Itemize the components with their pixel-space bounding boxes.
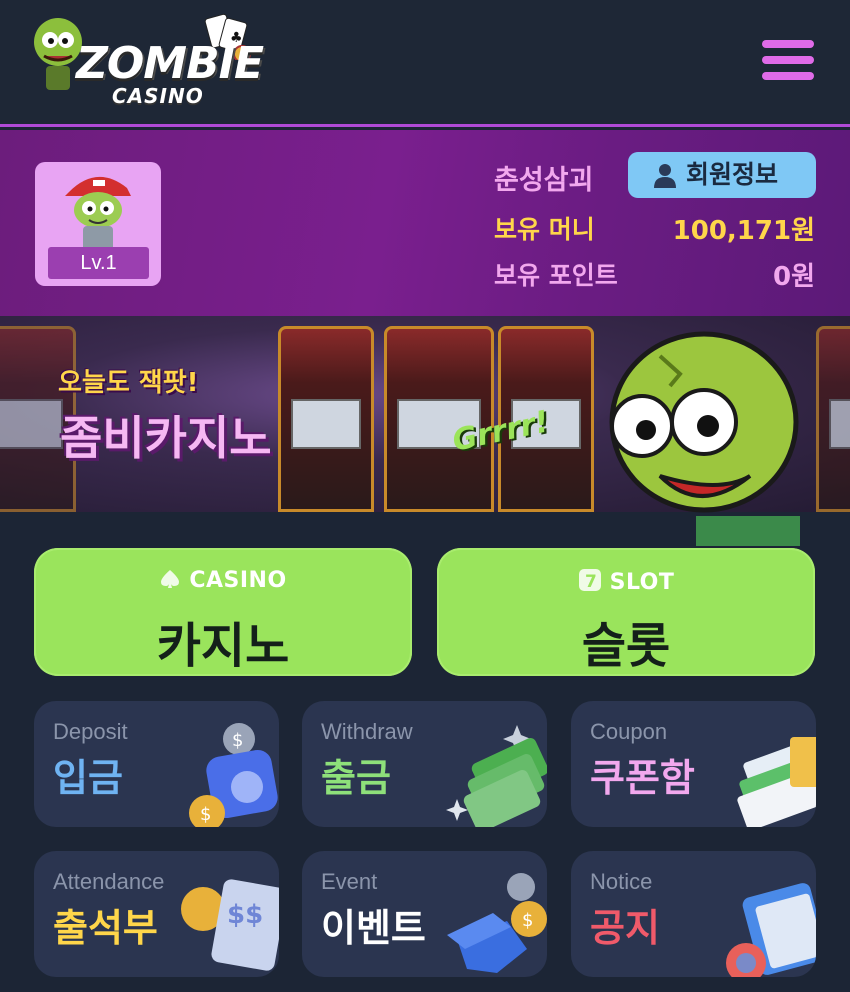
top-header: ♣ ZOMBIE CASINO [0,0,850,127]
notice-label: 공지 [590,906,660,950]
logo-subtext: CASINO [112,84,204,108]
money-value: 100,171원 [672,216,815,246]
coupon-icon [737,737,816,827]
svg-text:7: 7 [585,572,597,592]
casino-button[interactable]: CASINO 카지노 [34,548,412,676]
event-label: 이벤트 [321,906,426,950]
cash-icon [446,725,547,827]
level-badge: Lv.1 [48,247,149,279]
banner-title: 좀비카지노 [60,411,272,465]
slot-label: 슬롯 [581,618,671,674]
username: 춘성삼괴 [494,165,594,196]
seven-icon: 7 [578,569,601,592]
zombie-avatar-icon [65,176,131,252]
notice-en-label: Notice [590,869,653,894]
money-label: 보유 머니 [494,215,595,244]
logo-text: ZOMBIE [76,38,264,89]
profile-panel: Lv.1 춘성삼괴 회원정보 보유 머니 100,171원 보유 포인트 0원 [0,130,850,316]
avatar[interactable]: Lv.1 [35,162,161,286]
slot-button[interactable]: 7 SLOT 슬롯 [437,548,815,676]
attendance-label: 출석부 [53,906,158,950]
spade-icon [161,570,180,588]
svg-text:$: $ [522,910,533,931]
hamburger-icon[interactable] [762,40,814,80]
banner-headline: 오늘도 잭팟! [58,368,199,398]
event-en-label: Event [321,869,378,894]
coupon-en-label: Coupon [590,719,668,744]
person-icon [654,164,676,188]
withdraw-label: 출금 [321,756,391,800]
withdraw-tile[interactable]: Withdraw 출금 [302,701,547,827]
slot-machine-image [278,326,374,512]
zombie-casino-logo[interactable]: ♣ ZOMBIE CASINO [30,13,264,108]
attendance-tile[interactable]: Attendance 출석부 $$ [34,851,279,977]
megaphone-icon [726,883,816,977]
svg-text:$: $ [200,804,211,825]
coupon-label: 쿠폰함 [590,756,695,800]
notice-tile[interactable]: Notice 공지 [571,851,816,977]
deposit-tile[interactable]: Deposit 입금 $ $ [34,701,279,827]
slot-en-label: SLOT [609,570,675,595]
points-label: 보유 포인트 [494,261,618,290]
gift-box-icon: $ [447,873,547,973]
withdraw-en-label: Withdraw [321,719,413,744]
coupon-tile[interactable]: Coupon 쿠폰함 [571,701,816,827]
member-info-label: 회원정보 [686,160,779,189]
deposit-en-label: Deposit [53,719,128,744]
svg-text:$: $ [232,730,243,751]
casino-label: 카지노 [156,618,290,674]
svg-text:$$: $$ [227,900,263,930]
event-tile[interactable]: Event 이벤트 $ [302,851,547,977]
attendance-en-label: Attendance [53,869,165,894]
member-info-button[interactable]: 회원정보 [628,152,816,198]
points-value: 0원 [772,262,815,292]
zombie-mascot-icon [609,331,800,546]
wallet-icon: $ $ [189,723,278,827]
casino-en-label: CASINO [189,568,287,593]
deposit-label: 입금 [53,756,123,800]
calendar-icon: $$ [181,879,279,971]
slot-machine-image [816,326,850,512]
